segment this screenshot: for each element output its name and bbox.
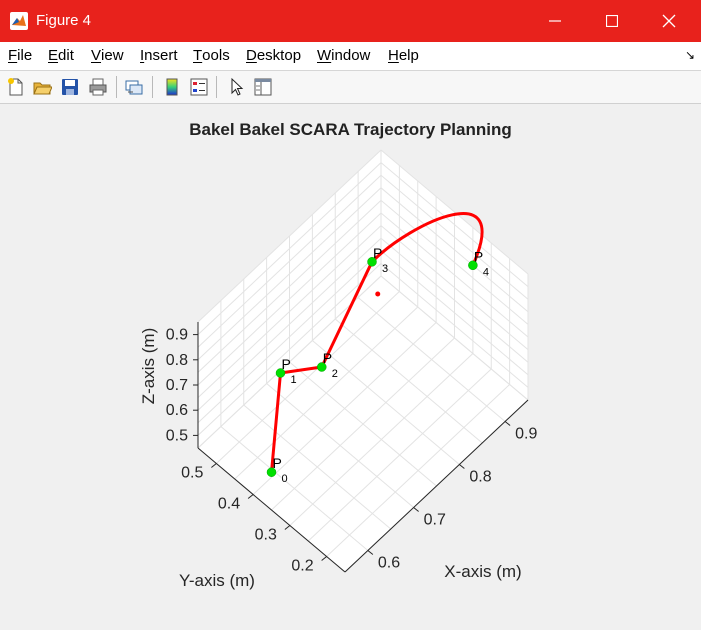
colorbar-button[interactable] [160,75,184,99]
waypoint-index: 4 [483,266,489,278]
menu-desktop[interactable]: Desktop [246,47,301,64]
menu-tools[interactable]: Tools [193,47,230,64]
menu-edit[interactable]: Edit [48,47,74,64]
waypoint-index: 0 [282,473,288,485]
dock-arrow-icon[interactable]: ↘ [685,48,695,62]
save-icon [62,79,78,95]
save-button[interactable] [58,75,82,99]
menu-file[interactable]: File [8,47,32,64]
z-tick-label: 0.8 [166,352,188,369]
y-tick-label: 0.2 [291,558,313,575]
menu-help[interactable]: Help [388,47,419,64]
matlab-logo-icon [10,12,28,30]
maximize-button[interactable] [586,0,638,42]
z-tick-label: 0.6 [166,402,188,419]
legend-icon [190,78,208,96]
new-figure-button[interactable] [4,75,28,99]
colorbar-icon [166,78,178,96]
maximize-icon [606,15,618,27]
x-axis-label: X-axis (m) [444,562,521,581]
close-button[interactable] [643,0,695,42]
new-figure-icon [8,78,23,96]
y-tick-mark [284,525,291,530]
pointer-button[interactable] [224,75,248,99]
y-tick-label: 0.5 [181,465,203,482]
waypoint-label: P [282,356,291,372]
z-tick-label: 0.7 [166,377,188,394]
x-tick-mark [413,507,419,512]
y-tick-label: 0.3 [255,527,277,544]
property-editor-button[interactable] [251,75,275,99]
z-tick-label: 0.5 [166,427,188,444]
open-file-icon [33,82,52,95]
menu-insert[interactable]: Insert [140,47,178,64]
minimize-button[interactable] [529,0,581,42]
minimize-icon [549,20,561,22]
z-tick-label: 0.9 [166,327,188,344]
waypoint-label: P [273,455,282,471]
open-file-button[interactable] [30,75,54,99]
property-editor-icon [254,78,272,96]
title-bar: Figure 4 [0,0,701,42]
menu-bar: File Edit View Insert Tools Desktop Wind… [0,42,701,71]
toolbar [0,71,701,104]
legend-button[interactable] [187,75,211,99]
y-axis-label: Y-axis (m) [179,571,255,590]
y-tick-mark [211,463,217,468]
waypoint-index: 2 [332,368,338,380]
menu-window[interactable]: Window [317,47,370,64]
window-title: Figure 4 [36,12,92,29]
y-tick-mark [321,556,327,561]
axes-3d[interactable]: 0.6 0.7 0.8 0.9 0.2 0.3 0.4 0.5 0.5 0.6 0.7 0.8 0.9 X… [0,104,701,630]
base-point [375,291,381,297]
waypoint-label: P [323,350,332,366]
toolbar-separator [152,76,153,98]
x-tick-mark [459,464,465,469]
print-button[interactable] [86,75,110,99]
menu-view[interactable]: View [91,47,124,64]
toolbar-separator [216,76,217,98]
y-tick-label: 0.4 [218,496,240,513]
waypoint-index: 3 [382,263,388,275]
link-icon [125,80,143,95]
x-tick-mark [367,550,374,555]
waypoint-label: P [373,245,382,261]
print-icon [89,78,107,96]
waypoint-label: P [474,248,483,264]
pointer-icon [231,77,244,96]
z-axis-label: Z-axis (m) [139,328,158,404]
x-tick-label: 0.7 [424,512,446,529]
x-tick-label: 0.6 [378,555,400,572]
toolbar-separator [116,76,117,98]
figure-canvas: Bakel Bakel SCARA Trajectory Planning 0.… [0,104,701,630]
x-tick-label: 0.8 [469,469,491,486]
x-tick-mark [504,421,511,426]
y-tick-mark [247,494,254,499]
close-icon [662,14,676,28]
link-button[interactable] [122,75,146,99]
waypoint-index: 1 [291,374,297,386]
x-tick-label: 0.9 [515,426,537,443]
